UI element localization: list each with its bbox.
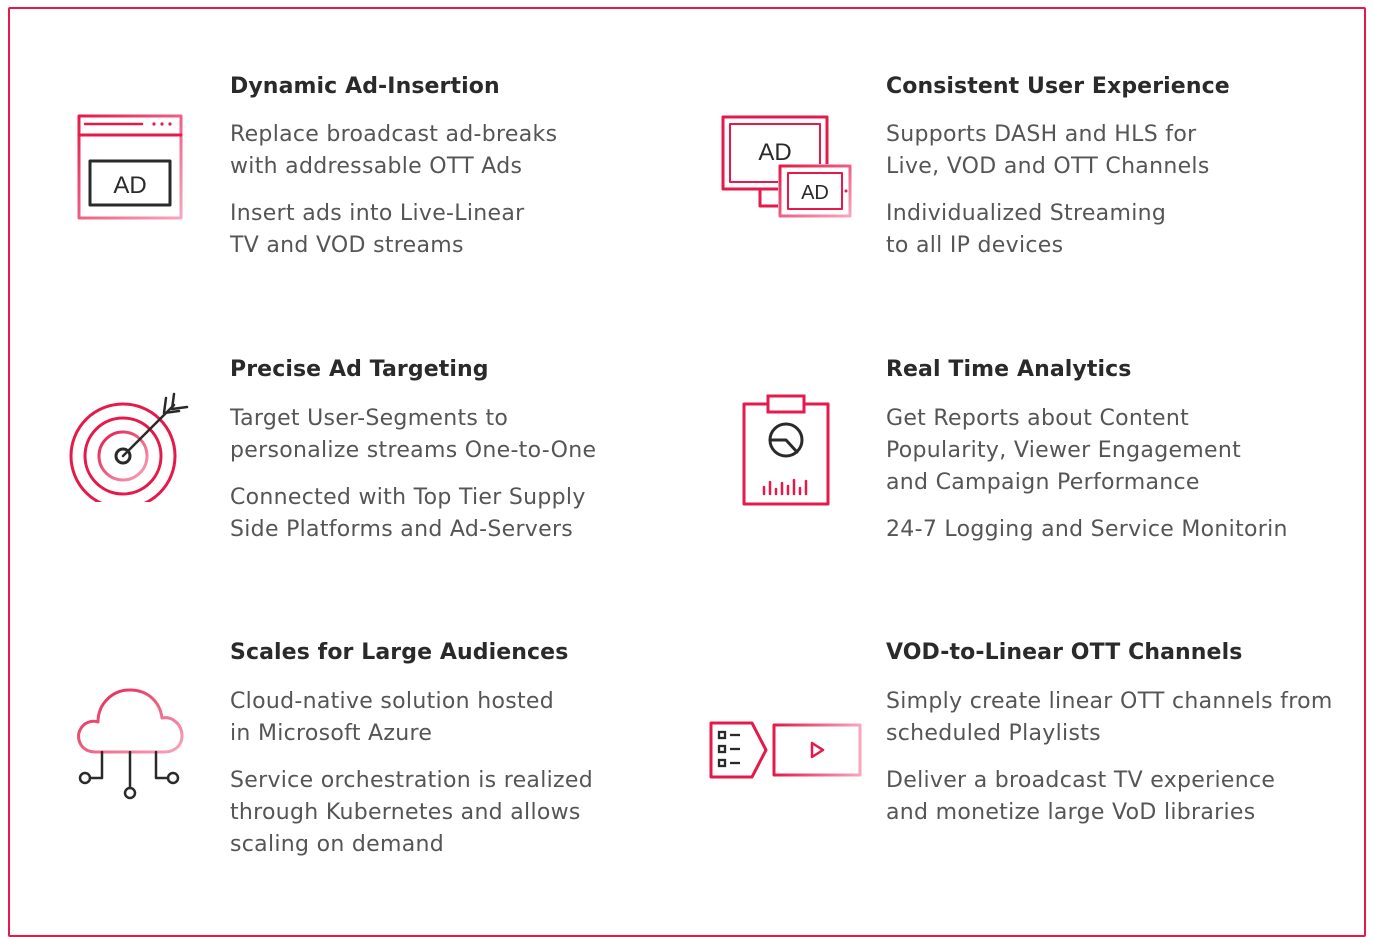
ad-label-small: AD xyxy=(801,182,829,204)
feature-title: Consistent User Experience xyxy=(886,74,1230,99)
ad-browser-icon: AD xyxy=(77,114,183,220)
analytics-clipboard-icon xyxy=(742,394,830,506)
ad-label-large: AD xyxy=(758,139,791,166)
feature-text: Replace broadcast ad-breaks with address… xyxy=(230,122,558,179)
feature-title: Precise Ad Targeting xyxy=(230,357,489,382)
ad-label: AD xyxy=(113,172,146,199)
feature-text: Target User-Segments to personalize stre… xyxy=(230,406,597,463)
feature-title: VOD-to-Linear OTT Channels xyxy=(886,640,1243,665)
feature-text: Individualized Streaming to all IP devic… xyxy=(886,201,1167,258)
feature-title: Scales for Large Audiences xyxy=(230,640,569,665)
target-icon xyxy=(69,392,189,502)
feature-text: Supports DASH and HLS for Live, VOD and … xyxy=(886,122,1210,179)
feature-title: Real Time Analytics xyxy=(886,357,1132,382)
feature-text: 24-7 Logging and Service Monitorin xyxy=(886,517,1288,542)
playlist-to-player-icon xyxy=(709,721,862,779)
feature-text: Get Reports about Content Popularity, Vi… xyxy=(886,406,1242,495)
feature-text: Cloud-native solution hosted in Microsof… xyxy=(230,689,554,746)
feature-text: Insert ads into Live-Linear TV and VOD s… xyxy=(230,201,525,258)
feature-title: Dynamic Ad-Insertion xyxy=(230,74,500,99)
ad-multiscreen-icon: AD AD xyxy=(721,115,852,218)
feature-text: Simply create linear OTT channels from s… xyxy=(886,689,1333,746)
feature-text: Connected with Top Tier Supply Side Plat… xyxy=(230,485,586,542)
feature-text: Service orchestration is realized throug… xyxy=(230,768,593,857)
feature-text: Deliver a broadcast TV experience and mo… xyxy=(886,768,1276,825)
cloud-network-icon xyxy=(77,688,184,800)
